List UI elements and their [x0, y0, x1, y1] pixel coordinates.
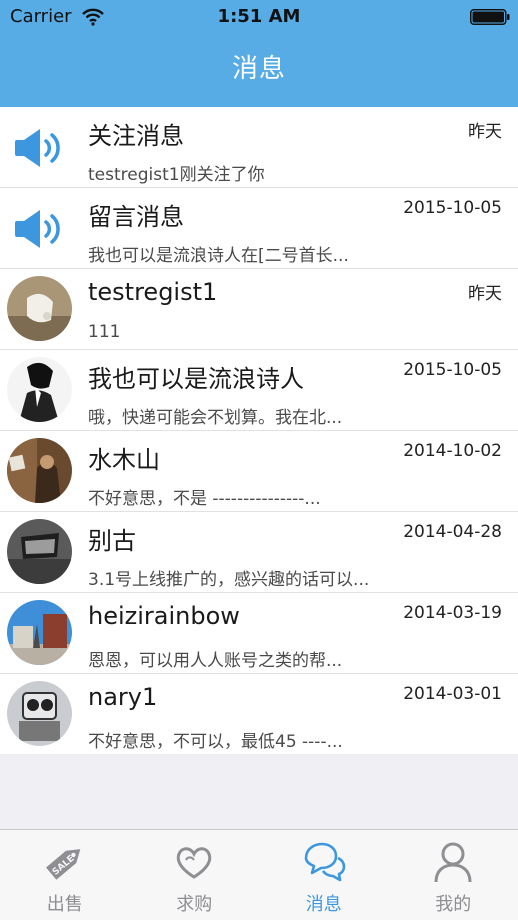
message-preview: 不好意思，不可以，最低45 ----... — [88, 732, 343, 752]
list-item[interactable]: 水木山 2014-10-02 不好意思，不是 ---------------..… — [0, 431, 518, 512]
status-bar: Carrier 1:51 AM — [0, 0, 518, 36]
contact-name: 别古 — [88, 527, 136, 555]
contact-name: heizirainbow — [88, 602, 240, 630]
message-preview: 哦，快递可能会不划算。我在北... — [88, 408, 343, 428]
tab-buy[interactable]: 求购 — [130, 830, 260, 920]
avatar[interactable] — [7, 357, 72, 422]
list-item[interactable]: heizirainbow 2014-03-19 恩恩，可以用人人账号之类的帮..… — [0, 593, 518, 674]
header: Carrier 1:51 AM 消息 — [0, 0, 518, 107]
tab-label: 求购 — [176, 894, 213, 915]
message-list: 关注消息 昨天 testregist1刚关注了你 留言消息 2015-10-05… — [0, 107, 518, 754]
contact-name: 留言消息 — [88, 203, 184, 231]
heart-icon — [177, 847, 212, 879]
tab-label: 消息 — [305, 894, 342, 915]
battery-icon — [470, 9, 510, 25]
list-item[interactable]: 关注消息 昨天 testregist1刚关注了你 — [0, 107, 518, 188]
avatar[interactable] — [7, 681, 72, 746]
contact-name: nary1 — [88, 683, 158, 711]
message-time: 2014-04-28 — [403, 522, 502, 542]
list-item[interactable]: 我也可以是流浪诗人 2015-10-05 哦，快递可能会不划算。我在北... — [0, 350, 518, 431]
message-time: 2015-10-05 — [403, 360, 502, 380]
message-preview: 不好意思，不是 ---------------... — [88, 489, 321, 509]
person-icon — [434, 842, 472, 883]
avatar[interactable] — [7, 519, 72, 584]
avatar[interactable] — [7, 438, 72, 503]
message-preview: 111 — [88, 322, 121, 342]
messages-screen: Carrier 1:51 AM 消息 关注消息 昨天 testregist1刚关… — [0, 0, 518, 920]
message-time: 昨天 — [468, 122, 502, 142]
tab-messages[interactable]: 消息 — [259, 830, 389, 920]
list-item[interactable]: testregist1 昨天 111 — [0, 269, 518, 350]
contact-name: testregist1 — [88, 278, 218, 306]
contact-name: 我也可以是流浪诗人 — [88, 365, 304, 393]
avatar[interactable] — [7, 276, 72, 341]
message-preview: 3.1号上线推广的，感兴趣的话可以... — [88, 570, 370, 590]
message-time: 2014-03-19 — [403, 603, 502, 623]
message-time: 2014-10-02 — [403, 441, 502, 461]
speaker-icon — [15, 210, 60, 248]
tab-bar: SALE 出售 求购 消息 我的 — [0, 829, 518, 920]
sale-tag-icon: SALE — [45, 849, 81, 880]
tab-label: 我的 — [435, 894, 472, 915]
list-item[interactable]: nary1 2014-03-01 不好意思，不可以，最低45 ----... — [0, 674, 518, 754]
contact-name: 关注消息 — [88, 122, 184, 150]
message-time: 昨天 — [468, 284, 502, 304]
tab-sell[interactable]: SALE 出售 — [0, 830, 130, 920]
speaker-icon — [15, 129, 60, 167]
avatar[interactable] — [7, 600, 72, 665]
status-time: 1:51 AM — [217, 6, 301, 27]
list-item[interactable]: 别古 2014-04-28 3.1号上线推广的，感兴趣的话可以... — [0, 512, 518, 593]
message-time: 2015-10-05 — [403, 198, 502, 218]
contact-name: 水木山 — [88, 446, 160, 474]
message-preview: 我也可以是流浪诗人在[二号首长... — [88, 246, 349, 266]
message-preview: 恩恩，可以用人人账号之类的帮... — [88, 651, 343, 671]
message-preview: testregist1刚关注了你 — [88, 165, 265, 185]
list-item[interactable]: 留言消息 2015-10-05 我也可以是流浪诗人在[二号首长... — [0, 188, 518, 269]
chat-bubbles-icon — [304, 842, 346, 882]
page-title: 消息 — [231, 54, 286, 84]
tab-label: 出售 — [46, 894, 83, 915]
tab-mine[interactable]: 我的 — [389, 830, 518, 920]
message-time: 2014-03-01 — [403, 684, 502, 704]
